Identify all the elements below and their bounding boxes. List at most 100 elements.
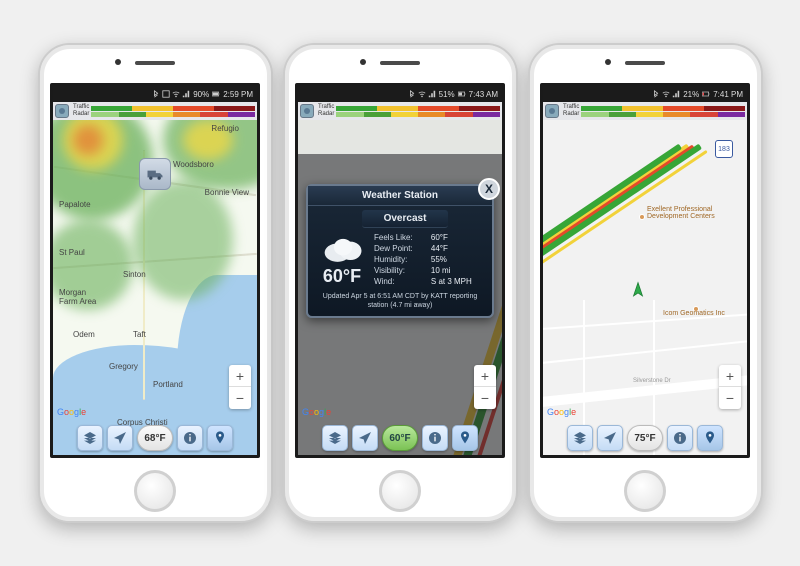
poi-label-2: Icom Geomatics Inc [663, 310, 725, 317]
label-stpaul: St Paul [59, 248, 85, 257]
legend-bar: Traffic Radar [298, 102, 502, 120]
legend-traffic-label: Traffic [318, 104, 334, 111]
phone-2: 51% 7:43 AM Traffic Radar Weather Statio… [283, 43, 518, 523]
screen-1: 90% 2:59 PM Traffic Radar [50, 83, 260, 458]
legend-bars [91, 106, 255, 117]
camera-dot [115, 59, 121, 65]
zoom-in-button[interactable]: + [719, 365, 741, 387]
zoom-out-button[interactable]: − [229, 387, 251, 409]
layers-button[interactable] [567, 425, 593, 451]
zoom-in-button[interactable]: + [474, 365, 496, 387]
legend-radar-label: Radar [563, 111, 579, 118]
map-1[interactable]: Refugio Woodsboro Bonnie View Papalote S… [53, 120, 257, 455]
cloud-icon [321, 234, 363, 262]
status-icons [152, 90, 190, 98]
info-button[interactable] [177, 425, 203, 451]
home-button[interactable] [379, 470, 421, 512]
zoom-control: + − [229, 365, 251, 409]
phone-3: 21% 7:41 PM Traffic Radar [528, 43, 763, 523]
status-icons [652, 90, 680, 98]
locate-button[interactable] [597, 425, 623, 451]
status-time: 7:41 PM [713, 90, 743, 99]
temperature-button[interactable]: 68°F [137, 425, 172, 451]
temperature-button[interactable]: 75°F [627, 425, 662, 451]
google-logo: Google [57, 407, 86, 417]
temperature-button[interactable]: 60°F [382, 425, 417, 451]
locate-button[interactable] [352, 425, 378, 451]
status-bar: 51% 7:43 AM [298, 86, 502, 102]
zoom-in-button[interactable]: + [229, 365, 251, 387]
current-location-icon [629, 281, 647, 304]
zoom-out-button[interactable]: − [719, 387, 741, 409]
zoom-control: + − [474, 365, 496, 409]
speaker [135, 61, 175, 65]
temp-value: 60°F [389, 433, 410, 444]
label-woodsboro: Woodsboro [173, 160, 214, 169]
home-button[interactable] [134, 470, 176, 512]
toolbar: 68°F [53, 425, 257, 451]
home-button[interactable] [624, 470, 666, 512]
poi-marker[interactable] [639, 214, 645, 220]
speaker [625, 61, 665, 65]
battery-pct: 90% [193, 90, 209, 99]
screen-2: 51% 7:43 AM Traffic Radar Weather Statio… [295, 83, 505, 458]
label-refugio: Refugio [211, 124, 239, 133]
google-logo: Google [547, 407, 576, 417]
battery-pct: 51% [439, 90, 455, 99]
zoom-control: + − [719, 365, 741, 409]
weather-stats: Feels Like: 60°F Dew Point: 44°F Humidit… [374, 232, 486, 287]
legend-radar-label: Radar [318, 111, 334, 118]
map-3[interactable]: Exellent Professional Development Center… [543, 120, 747, 455]
info-button[interactable] [422, 425, 448, 451]
wifi-icon [662, 90, 670, 98]
weather-panel: Weather Station X Overcast 60°F Feels Li… [306, 184, 494, 318]
humidity-value: 55% [431, 254, 486, 265]
pin-button[interactable] [207, 425, 233, 451]
dew-value: 44°F [431, 243, 486, 254]
close-button[interactable]: X [478, 178, 500, 200]
temp-value: 75°F [634, 433, 655, 444]
status-icons [408, 90, 436, 98]
layers-button[interactable] [322, 425, 348, 451]
weather-footer: Updated Apr 5 at 6:51 AM CDT by KATT rep… [308, 289, 492, 316]
pin-button[interactable] [697, 425, 723, 451]
weather-condition: Overcast [362, 210, 448, 228]
locate-button[interactable] [107, 425, 133, 451]
info-button[interactable] [667, 425, 693, 451]
label-gregory: Gregory [109, 362, 138, 371]
legend-toggle-icon[interactable] [545, 104, 559, 118]
poi-label-1: Exellent Professional Development Center… [647, 206, 715, 220]
feels-like-value: 60°F [431, 232, 486, 243]
status-bar: 21% 7:41 PM [543, 86, 747, 102]
label-papalote: Papalote [59, 200, 91, 209]
weather-title: Weather Station X [308, 186, 492, 206]
pin-button[interactable] [452, 425, 478, 451]
status-time: 7:43 AM [469, 90, 498, 99]
legend-bar: Traffic Radar [53, 102, 257, 120]
legend-toggle-icon[interactable] [55, 104, 69, 118]
route-shield-icon: 183 [715, 140, 733, 158]
signal-icon [428, 90, 436, 98]
legend-toggle-icon[interactable] [300, 104, 314, 118]
legend-traffic-label: Traffic [563, 104, 579, 111]
wind-label: Wind: [374, 276, 427, 287]
status-bar: 90% 2:59 PM [53, 86, 257, 102]
status-time: 2:59 PM [223, 90, 253, 99]
dew-label: Dew Point: [374, 243, 427, 254]
layers-button[interactable] [77, 425, 103, 451]
truck-mode-button[interactable] [139, 158, 171, 190]
visibility-value: 10 mi [431, 265, 486, 276]
map-2[interactable]: Weather Station X Overcast 60°F Feels Li… [298, 120, 502, 455]
legend-bar: Traffic Radar [543, 102, 747, 120]
wind-value: S at 3 MPH [431, 276, 486, 287]
screen-3: 21% 7:41 PM Traffic Radar [540, 83, 750, 458]
battery-icon [702, 90, 710, 98]
zoom-out-button[interactable]: − [474, 387, 496, 409]
current-temp: 60°F [323, 266, 361, 287]
google-logo: Google [302, 407, 331, 417]
humidity-label: Humidity: [374, 254, 427, 265]
wifi-icon [172, 90, 180, 98]
bluetooth-icon [652, 90, 660, 98]
label-sinton: Sinton [123, 270, 146, 279]
signal-icon [182, 90, 190, 98]
